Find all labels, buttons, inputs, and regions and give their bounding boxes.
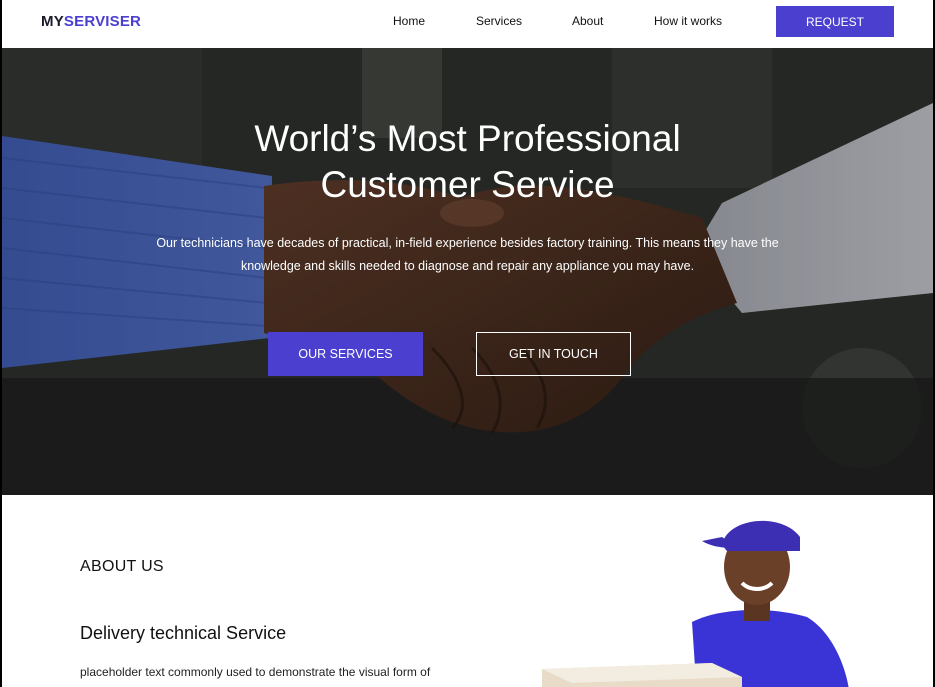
our-services-button[interactable]: OUR SERVICES [268,332,423,376]
request-button[interactable]: REQUEST [776,6,894,37]
about-heading: ABOUT US [80,558,164,575]
nav-link-home[interactable]: Home [393,14,425,28]
hero-description: Our technicians have decades of practica… [156,236,779,273]
top-navbar: MYSERVISER Home Services About How it wo… [2,0,933,48]
nav-link-services[interactable]: Services [476,14,522,28]
brand-logo[interactable]: MYSERVISER [41,13,141,30]
logo-text-my: MY [41,13,64,30]
delivery-person-image [542,520,849,687]
hero-title: World’s Most Professional Customer Servi… [2,116,933,208]
nav-link-about[interactable]: About [572,14,603,28]
hero-title-line-1: World’s Most Professional [254,118,681,159]
hero-title-line-2: Customer Service [320,164,615,205]
logo-text-serviser: SERVISER [63,13,142,30]
about-subheading: Delivery technical Service [80,623,287,643]
about-section: ABOUT US Delivery technical Service plac… [2,495,933,687]
nav-link-how-it-works[interactable]: How it works [654,14,722,28]
about-text: placeholder text commonly used to demons… [80,665,431,679]
page: MYSERVISER Home Services About How it wo… [2,0,933,687]
get-in-touch-button[interactable]: GET IN TOUCH [476,332,631,376]
hero-section: World’s Most Professional Customer Servi… [2,48,933,495]
